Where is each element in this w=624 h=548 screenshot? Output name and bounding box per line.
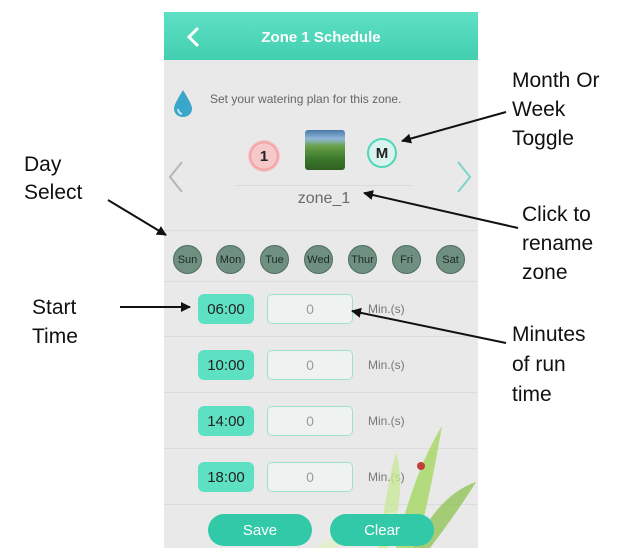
schedule-row: 18:00 0 Min.(s) — [164, 448, 478, 505]
annotation-minutes-line1: Minutes — [512, 323, 586, 346]
start-time-button[interactable]: 06:00 — [198, 294, 254, 324]
annotation-month-week-line2: Week — [512, 98, 566, 121]
day-button-sun[interactable]: Sun — [173, 245, 202, 274]
annotation-rename-line3: zone — [522, 261, 568, 284]
phone-screen: Zone 1 Schedule Set your watering plan f… — [164, 12, 478, 548]
day-button-fri[interactable]: Fri — [392, 245, 421, 274]
day-button-thur[interactable]: Thur — [348, 245, 377, 274]
annotation-day-select-line1: Day — [24, 153, 62, 176]
zone-name-label[interactable]: zone_1 — [236, 185, 412, 208]
day-button-wed[interactable]: Wed — [304, 245, 333, 274]
annotation-start-time-line1: Start — [32, 296, 77, 319]
annotation-day-select-line2: Select — [24, 181, 83, 204]
day-button-mon[interactable]: Mon — [216, 245, 245, 274]
intro-text: Set your watering plan for this zone. — [210, 92, 402, 106]
minutes-input[interactable]: 0 — [267, 462, 353, 492]
start-time-button[interactable]: 10:00 — [198, 350, 254, 380]
annotation-month-week-line3: Toggle — [512, 127, 574, 150]
minutes-unit-label: Min.(s) — [368, 358, 405, 372]
zone-photo[interactable] — [305, 130, 345, 170]
annotation-minutes-line3: time — [512, 383, 552, 406]
minutes-unit-label: Min.(s) — [368, 470, 405, 484]
schedule-row: 06:00 0 Min.(s) — [164, 280, 478, 337]
day-select-row: Sun Mon Tue Wed Thur Fri Sat — [164, 230, 478, 282]
minutes-input[interactable]: 0 — [267, 294, 353, 324]
schedule-row: 10:00 0 Min.(s) — [164, 336, 478, 393]
day-button-tue[interactable]: Tue — [260, 245, 289, 274]
minutes-input[interactable]: 0 — [267, 350, 353, 380]
schedule-row: 14:00 0 Min.(s) — [164, 392, 478, 449]
next-zone-icon[interactable] — [454, 160, 474, 194]
save-button[interactable]: Save — [208, 514, 312, 546]
start-time-button[interactable]: 14:00 — [198, 406, 254, 436]
start-time-button[interactable]: 18:00 — [198, 462, 254, 492]
minutes-input[interactable]: 0 — [267, 406, 353, 436]
day-count-badge: 1 — [248, 140, 280, 172]
annotation-month-week-line1: Month Or — [512, 69, 600, 92]
previous-zone-icon[interactable] — [166, 160, 186, 194]
app-bar: Zone 1 Schedule — [164, 12, 478, 60]
minutes-unit-label: Min.(s) — [368, 302, 405, 316]
clear-button[interactable]: Clear — [330, 514, 434, 546]
page-title: Zone 1 Schedule — [261, 29, 381, 46]
water-drop-icon — [174, 90, 192, 117]
arrow-to-day-select — [107, 199, 167, 236]
annotation-minutes-line2: of run — [512, 353, 566, 376]
month-week-toggle[interactable]: M — [367, 138, 397, 168]
day-button-sat[interactable]: Sat — [436, 245, 465, 274]
annotation-start-time-line2: Time — [32, 325, 78, 348]
minutes-unit-label: Min.(s) — [368, 414, 405, 428]
annotation-rename-line1: Click to — [522, 203, 591, 226]
annotation-rename-line2: rename — [522, 232, 594, 255]
